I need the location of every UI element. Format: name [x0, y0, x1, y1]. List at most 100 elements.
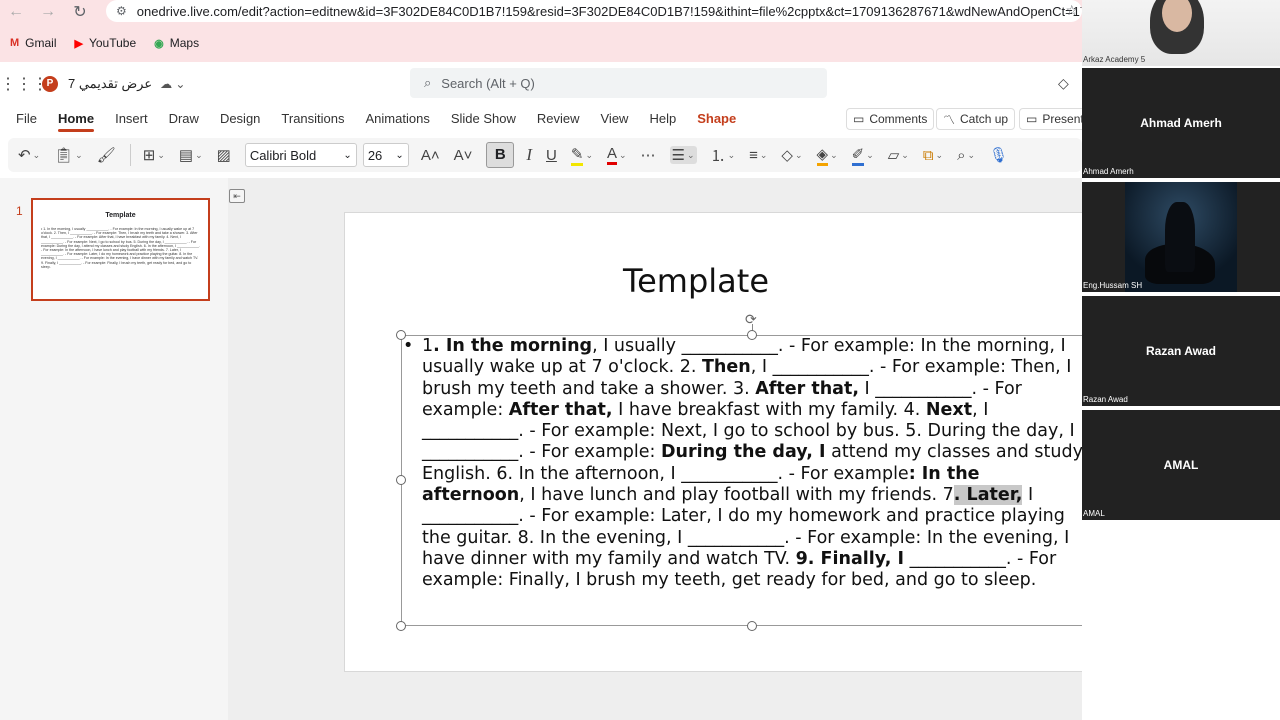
tab-shape[interactable]: Shape: [697, 111, 736, 128]
save-status-icon[interactable]: ☁ ⌄: [160, 77, 185, 91]
maps-icon: ◉: [154, 37, 164, 50]
layout-button[interactable]: ▤ ⌄: [179, 146, 203, 164]
text-run: , I have lunch and play football with my…: [519, 485, 954, 506]
resize-handle-bottom[interactable]: [747, 621, 757, 631]
url-text: onedrive.live.com/edit?action=editnew&id…: [136, 3, 1082, 19]
background-button[interactable]: ▨: [217, 146, 231, 164]
catch-up-button[interactable]: 〽 Catch up: [936, 108, 1016, 130]
find-icon: ⌕: [957, 146, 966, 164]
picture-icon: ▨: [216, 147, 231, 164]
participant-tile-self[interactable]: Arkaz Academy 5: [1082, 0, 1280, 66]
bookmark-maps[interactable]: ◉ Maps: [154, 36, 199, 50]
text-run: 9. Finally, I: [795, 548, 905, 569]
tab-home[interactable]: Home: [57, 111, 95, 132]
text-run: After that,: [755, 378, 859, 399]
text-run: Next: [925, 399, 973, 420]
gmail-icon: M: [10, 37, 20, 49]
tab-slide-show[interactable]: Slide Show: [451, 111, 516, 128]
rotate-handle-icon[interactable]: ⟳: [745, 311, 757, 328]
shape-outline-button[interactable]: ✐ ⌄: [851, 145, 874, 166]
dictate-button[interactable]: 🎙︎: [989, 146, 1008, 164]
shape-effects-button[interactable]: ▱ ⌄: [888, 146, 909, 164]
font-family-select[interactable]: Calibri Bold ⌄: [244, 143, 357, 167]
tab-help[interactable]: Help: [649, 111, 676, 128]
tab-animations[interactable]: Animations: [366, 111, 430, 128]
thumbnail-title: Template: [105, 212, 136, 219]
thumbnail-text: • 1. In the morning, I usually _________…: [41, 227, 200, 269]
undo-button[interactable]: ↶ ⌄: [18, 146, 40, 164]
document-title[interactable]: عرض تقديمي 7: [68, 76, 152, 92]
shapes-icon: ◇: [781, 147, 793, 164]
paste-button[interactable]: 📋︎ ⌄: [54, 146, 83, 164]
font-color-button[interactable]: A ⌄: [606, 145, 627, 165]
pen-icon: ✐: [851, 145, 865, 166]
highlight-button[interactable]: ✎ ⌄: [570, 145, 593, 166]
tab-insert[interactable]: Insert: [115, 111, 148, 128]
bookmark-youtube[interactable]: ▶ YouTube: [75, 36, 137, 50]
slide-body-text[interactable]: • 1. In the morning, I usually _________…: [403, 336, 1083, 592]
slide-thumbnail[interactable]: Template • 1. In the morning, I usually …: [31, 198, 210, 301]
text-run: During the day, I: [660, 442, 826, 463]
highlighter-icon: ✎: [570, 145, 584, 166]
comments-button[interactable]: ▭ Comments: [846, 108, 935, 130]
participant-tile[interactable]: Ahmad Amerh Ahmad Amerh: [1082, 68, 1280, 178]
tab-file[interactable]: File: [16, 111, 37, 128]
italic-button[interactable]: I: [526, 145, 532, 165]
text-run: After that,: [508, 399, 613, 420]
decrease-font-size-button[interactable]: A˅: [454, 147, 473, 164]
search-box[interactable]: ⌕ Search (Alt + Q): [410, 68, 827, 98]
bold-button[interactable]: B: [486, 142, 515, 168]
bookmark-gmail[interactable]: M Gmail: [10, 36, 57, 50]
brush-icon: 🖌︎: [96, 147, 116, 164]
tab-view[interactable]: View: [601, 111, 629, 128]
align-icon: ≡: [749, 146, 758, 164]
shapes-button[interactable]: ◇ ⌄: [781, 146, 802, 164]
text-run: I have breakfast with my family. 4.: [612, 399, 926, 420]
participant-tile[interactable]: Razan Awad Razan Awad: [1082, 296, 1280, 406]
tab-draw[interactable]: Draw: [169, 111, 199, 128]
present-button[interactable]: ▭ Present: [1019, 108, 1084, 130]
numbering-button[interactable]: ⒈ ⌄: [711, 145, 736, 166]
new-slide-button[interactable]: ⊞ ⌄: [143, 146, 165, 164]
numbered-list-icon: ⒈: [710, 147, 726, 165]
new-slide-icon: ⊞: [142, 147, 156, 164]
back-icon[interactable]: ←: [0, 3, 32, 21]
align-button[interactable]: ≡ ⌄: [749, 147, 767, 164]
undo-icon: ↶: [18, 147, 31, 164]
text-run: 1: [422, 336, 434, 356]
premium-diamond-icon[interactable]: ◇: [1058, 75, 1069, 92]
font-color-icon: A: [606, 145, 617, 165]
app-launcher-icon[interactable]: ⋮⋮⋮: [0, 74, 48, 94]
collapse-pane-icon[interactable]: ⇤: [229, 189, 245, 203]
reload-icon[interactable]: ↻: [64, 2, 96, 22]
site-info-icon[interactable]: ⚙: [116, 4, 127, 18]
bullets-button[interactable]: ☰ ⌄: [669, 146, 697, 164]
text-run: Then: [702, 357, 751, 378]
search-placeholder: Search (Alt + Q): [441, 75, 535, 91]
tab-design[interactable]: Design: [220, 111, 260, 128]
more-options-button[interactable]: ⋯: [641, 146, 656, 164]
participant-tile[interactable]: AMAL AMAL: [1082, 410, 1280, 520]
bullet-list-icon: ☰: [671, 147, 685, 164]
format-painter-button[interactable]: 🖌︎: [97, 146, 116, 164]
tab-transitions[interactable]: Transitions: [281, 111, 344, 128]
increase-font-size-button[interactable]: A˄: [421, 147, 440, 164]
shape-fill-button[interactable]: ◈ ⌄: [816, 145, 838, 166]
catch-up-icon: 〽: [943, 112, 956, 127]
find-button[interactable]: ⌕ ⌄: [957, 147, 975, 164]
underline-button[interactable]: U: [546, 147, 557, 164]
slide-number: 1: [16, 204, 23, 218]
forward-icon[interactable]: →: [32, 3, 64, 21]
bookmark-star-icon[interactable]: ☆: [1065, 2, 1078, 19]
arrange-button[interactable]: ⧉ ⌄: [923, 147, 943, 164]
layout-icon: ▤: [178, 147, 194, 164]
chevron-down-icon: ⌄: [343, 149, 352, 161]
participant-name: Ahmad Amerh: [1140, 116, 1222, 130]
toolbar-divider: [129, 144, 131, 166]
resize-handle-bottom-left[interactable]: [396, 621, 406, 631]
slide-title[interactable]: Template: [344, 262, 1048, 300]
tab-review[interactable]: Review: [537, 111, 580, 128]
font-size-select[interactable]: 26 ⌄: [362, 143, 409, 167]
powerpoint-logo-icon: P: [42, 76, 58, 92]
address-bar[interactable]: ⚙ onedrive.live.com/edit?action=editnew&…: [106, 0, 1082, 22]
